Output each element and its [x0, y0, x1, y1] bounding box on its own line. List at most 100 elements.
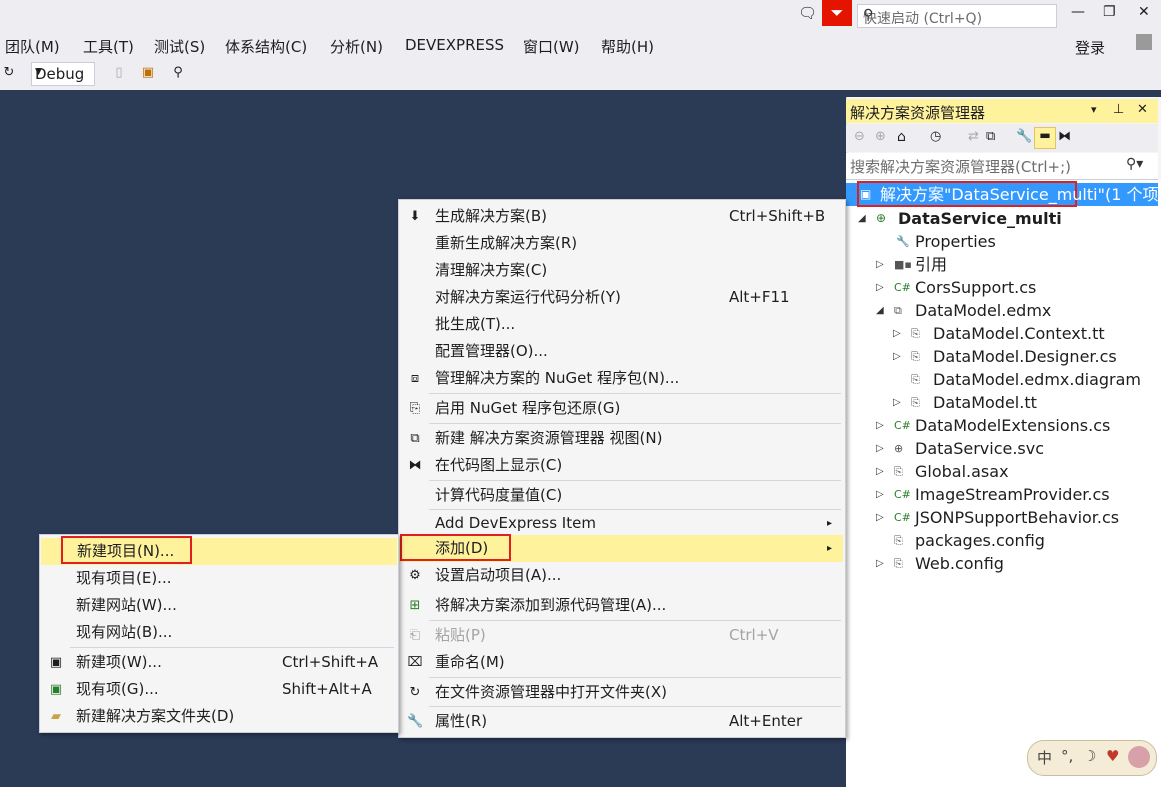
submenu-new-website[interactable]: 新建网站(W)... [40, 592, 398, 619]
close-button[interactable]: ✕ [1138, 4, 1150, 20]
tt-file-icon: ⎘ [911, 327, 920, 340]
sync-icon[interactable]: ⇄ [968, 129, 979, 144]
config-dropdown[interactable]: Debug ▼ [31, 62, 95, 86]
menu-show-on-code-map[interactable]: ⧓ 在代码图上显示(C) [399, 452, 845, 479]
collapsed-arrow-icon[interactable]: ▷ [876, 506, 884, 529]
ime-toolbar[interactable]: 中 °, ☽ ♥ [1027, 740, 1157, 776]
speech-bubble-icon[interactable]: 🗨 [798, 4, 817, 22]
collapsed-arrow-icon[interactable]: ▷ [876, 552, 884, 575]
collapsed-arrow-icon[interactable]: ▷ [893, 391, 901, 414]
collapsed-arrow-icon[interactable]: ▷ [893, 345, 901, 368]
menu-clean-solution[interactable]: 清理解决方案(C) [399, 257, 845, 284]
pin-icon[interactable]: ⊥ [1113, 102, 1124, 117]
back-icon[interactable]: ⊖ [854, 129, 865, 144]
ime-punctuation[interactable]: °, [1061, 747, 1073, 765]
submenu-new-item[interactable]: ▣ 新建项(W)... Ctrl+Shift+A [40, 649, 398, 676]
menu-batch-build[interactable]: 批生成(T)... [399, 311, 845, 338]
avatar[interactable] [1136, 34, 1152, 50]
sign-in-link[interactable]: 登录 [1075, 37, 1105, 58]
wrench-icon: 🔧 [407, 714, 424, 729]
refresh-icon[interactable]: ↻ [0, 64, 18, 82]
collapsed-arrow-icon[interactable]: ▷ [876, 276, 884, 299]
menu-open-in-explorer[interactable]: ↻ 在文件资源管理器中打开文件夹(X) [399, 679, 845, 706]
disabled-tool-icon[interactable]: ▯ [110, 64, 128, 82]
menu-tools[interactable]: 工具(T) [83, 36, 134, 57]
menu-config-manager[interactable]: 配置管理器(O)... [399, 338, 845, 365]
menu-team[interactable]: 团队(M) [5, 36, 60, 57]
quick-launch-input[interactable]: 快速启动 (Ctrl+Q) ⚲ [857, 4, 1057, 28]
panel-title: 解决方案资源管理器 [850, 104, 986, 122]
search-icon: ⚲▾ [1126, 156, 1144, 172]
separator [429, 423, 841, 424]
attach-process-icon[interactable]: ▣ [139, 64, 157, 82]
submenu-existing-item[interactable]: ▣ 现有项(G)... Shift+Alt+A [40, 676, 398, 703]
solution-search-input[interactable]: 搜索解决方案资源管理器(Ctrl+;) ⚲▾ [846, 153, 1158, 180]
menu-bar: 团队(M) 工具(T) 测试(S) 体系结构(C) 分析(N) DEVEXPRE… [0, 32, 1161, 58]
menu-help[interactable]: 帮助(H) [601, 36, 654, 57]
menu-analyze[interactable]: 分析(N) [330, 36, 383, 57]
menu-paste[interactable]: ⎗ 粘贴(P) Ctrl+V [399, 622, 845, 649]
menu-properties[interactable]: 🔧 属性(R) Alt+Enter [399, 708, 845, 735]
source-control-icon: ⊞ [409, 598, 421, 613]
menu-new-explorer-view[interactable]: ⧉ 新建 解决方案资源管理器 视图(N) [399, 425, 845, 452]
collapsed-arrow-icon[interactable]: ▷ [876, 253, 884, 276]
forward-icon[interactable]: ⊕ [875, 129, 886, 144]
submenu-existing-project[interactable]: 现有项目(E)... [40, 565, 398, 592]
csharp-file-icon: C# [894, 419, 911, 432]
references-icon: ■▪ [894, 258, 912, 271]
expanded-arrow-icon[interactable]: ◢ [876, 299, 884, 322]
solution-explorer-toolbar: ⊖ ⊕ ⌂ ◷ ⇄ ⧉ 🔧 ▬ ⧓ [846, 124, 1158, 152]
menu-rebuild-solution[interactable]: 重新生成解决方案(R) [399, 230, 845, 257]
dropdown-icon[interactable]: ▾ [1091, 103, 1097, 116]
close-icon[interactable]: ✕ [1137, 102, 1148, 117]
menu-enable-nuget-restore[interactable]: ⎘ 启用 NuGet 程序包还原(G) [399, 395, 845, 422]
notification-flag-icon[interactable]: ⏷ [822, 0, 852, 26]
menu-manage-nuget[interactable]: ⧈ 管理解决方案的 NuGet 程序包(N)... [399, 365, 845, 392]
ime-mascot-icon [1128, 746, 1150, 768]
home-icon[interactable]: ⌂ [897, 129, 906, 145]
menu-add-to-source-control[interactable]: ⊞ 将解决方案添加到源代码管理(A)... [399, 592, 845, 619]
expanded-arrow-icon[interactable]: ◢ [858, 207, 866, 230]
wrench-icon[interactable]: 🔧 [1016, 129, 1032, 144]
collapsed-arrow-icon[interactable]: ▷ [876, 483, 884, 506]
collapsed-arrow-icon[interactable]: ▷ [893, 322, 901, 345]
tt-file-icon: ⎘ [911, 396, 920, 409]
collapsed-arrow-icon[interactable]: ▷ [876, 460, 884, 483]
menu-run-code-analysis[interactable]: 对解决方案运行代码分析(Y) Alt+F11 [399, 284, 845, 311]
web-service-icon: ⊕ [894, 442, 904, 455]
menu-code-metrics[interactable]: 计算代码度量值(C) [399, 482, 845, 509]
minimize-button[interactable]: — [1071, 4, 1085, 20]
find-icon[interactable]: ⚲ [169, 64, 187, 82]
rename-icon: ⌧ [407, 655, 423, 670]
tt-file-icon: ⎘ [911, 373, 920, 386]
submenu-new-solution-folder[interactable]: ▰ 新建解决方案文件夹(D) [40, 703, 398, 730]
collapse-all-icon[interactable]: ⧉ [986, 129, 995, 144]
preview-icon[interactable]: ▬ [1034, 127, 1056, 149]
submenu-arrow-icon: ▸ [827, 518, 833, 529]
history-icon[interactable]: ◷ [930, 129, 941, 144]
menu-set-startup-project[interactable]: ⚙ 设置启动项目(A)... [399, 562, 845, 589]
solution-explorer-title-bar: 解决方案资源管理器 ▾ ⊥ ✕ [846, 99, 1158, 123]
menu-add-devexpress-item[interactable]: Add DevExpress Item ▸ [399, 510, 845, 537]
csharp-file-icon: C# [894, 511, 911, 524]
menu-window[interactable]: 窗口(W) [523, 36, 580, 57]
separator [429, 393, 841, 394]
menu-rename[interactable]: ⌧ 重命名(M) [399, 649, 845, 676]
collapsed-arrow-icon[interactable]: ▷ [876, 414, 884, 437]
menu-build-solution[interactable]: ⬇ 生成解决方案(B) Ctrl+Shift+B [399, 203, 845, 230]
nuget-icon: ⧈ [410, 371, 420, 386]
ime-language[interactable]: 中 [1037, 747, 1052, 768]
collapsed-arrow-icon[interactable]: ▷ [876, 437, 884, 460]
code-map-icon: ⧓ [408, 458, 422, 473]
menu-architecture[interactable]: 体系结构(C) [225, 36, 307, 57]
code-map-icon[interactable]: ⧓ [1058, 129, 1071, 144]
submenu-existing-website[interactable]: 现有网站(B)... [40, 619, 398, 646]
tt-file-icon: ⎘ [911, 350, 920, 363]
restore-button[interactable]: ❐ [1103, 4, 1116, 20]
submenu-arrow-icon: ▸ [827, 543, 833, 554]
menu-devexpress[interactable]: DEVEXPRESS [405, 36, 504, 54]
title-bar: 🗨 ⏷ 快速启动 (Ctrl+Q) ⚲ — ❐ ✕ [0, 0, 1161, 32]
menu-test[interactable]: 测试(S) [154, 36, 205, 57]
annotation-box [61, 536, 192, 564]
moon-icon[interactable]: ☽ [1083, 747, 1096, 765]
